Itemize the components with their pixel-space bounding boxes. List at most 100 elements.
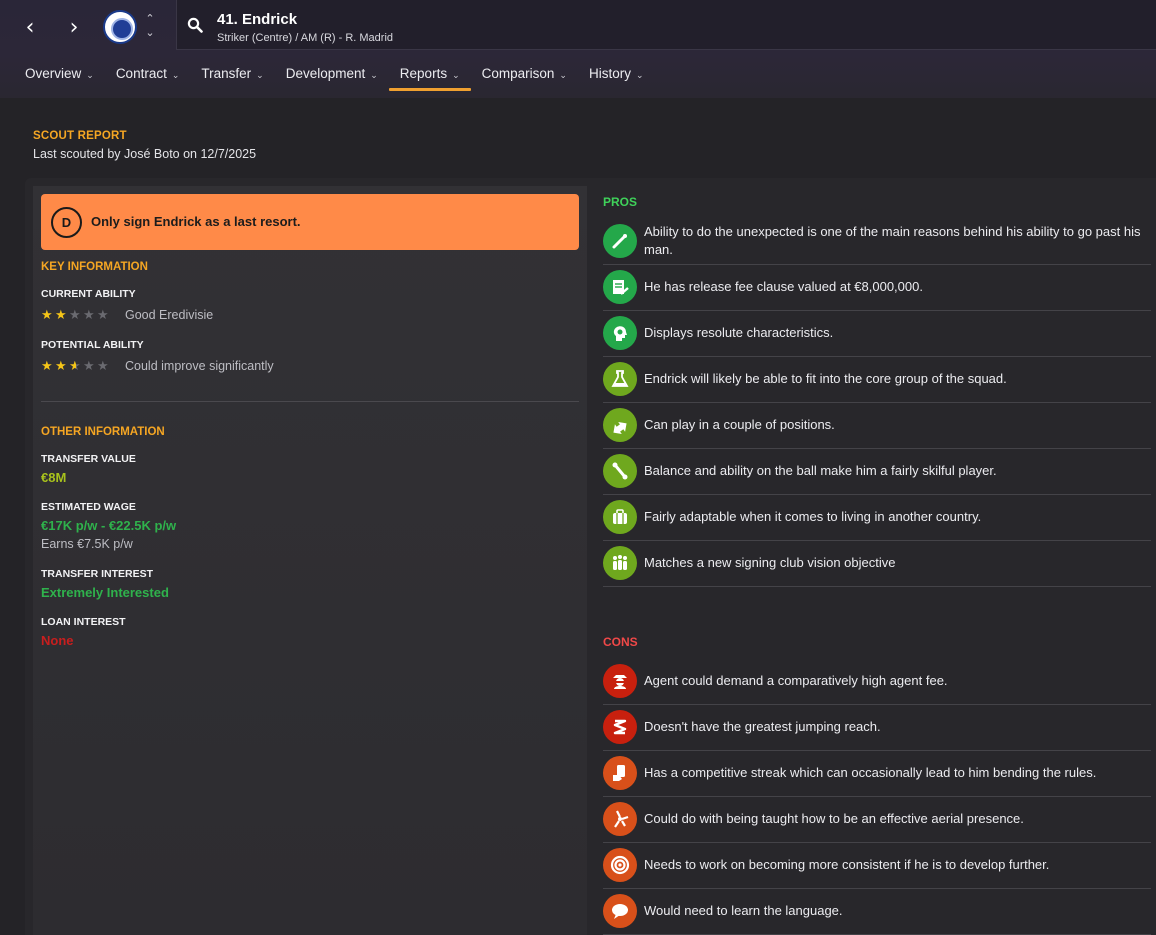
swap-arrows-icon [603, 408, 637, 442]
star-icon: ★ [41, 308, 53, 323]
tab-label: Transfer [201, 66, 252, 81]
pro-text: Matches a new signing club vision object… [644, 555, 896, 570]
star-icon: ★ [83, 359, 95, 374]
report-subtitle: Last scouted by José Boto on 12/7/2025 [33, 147, 257, 161]
tab-label: Contract [115, 66, 167, 81]
agent-icon [603, 664, 637, 698]
other-information-heading: OTHER INFORMATION [41, 426, 165, 438]
con-text: Could do with being taught how to be an … [644, 811, 1024, 826]
con-item: Could do with being taught how to be an … [603, 797, 1151, 843]
star-icon: ★ [55, 308, 67, 323]
divider [41, 401, 579, 402]
tab-reports[interactable]: Reports ⌄ [388, 62, 471, 91]
current-ability-stars: ★ ★ ★ ★ ★ [41, 308, 111, 323]
transfer-value: €8M [41, 470, 67, 485]
pro-text: Balance and ability on the ball make him… [644, 463, 997, 478]
con-item: Doesn't have the greatest jumping reach. [603, 705, 1151, 751]
group-icon [603, 546, 637, 580]
pro-text: Displays resolute characteristics. [644, 325, 834, 340]
con-text: Would need to learn the language. [644, 903, 843, 918]
pro-text: Endrick will likely be able to fit into … [644, 371, 1007, 386]
recommendation-text: Only sign Endrick as a last resort. [91, 214, 301, 229]
forward-icon[interactable]: › [60, 14, 88, 42]
star-icon: ★ [83, 308, 95, 323]
pro-item: Can play in a couple of positions. [603, 403, 1151, 449]
chevron-down-icon: ⌄ [559, 71, 567, 81]
tab-development[interactable]: Development ⌄ [275, 62, 389, 90]
club-badge-icon[interactable] [103, 10, 137, 44]
con-item: Has a competitive streak which can occas… [603, 751, 1151, 797]
pro-text: Ability to do the unexpected is one of t… [644, 224, 1141, 257]
con-text: Doesn't have the greatest jumping reach. [644, 719, 881, 734]
star-icon: ★ [41, 359, 53, 374]
chevron-down-icon: ⌄ [635, 71, 644, 81]
tab-label: History [588, 66, 631, 81]
star-icon: ★ [97, 359, 109, 374]
chevron-down-icon: ⌄ [256, 71, 264, 81]
player-name: 41. Endrick [217, 11, 298, 28]
transfer-value-label: TRANSFER VALUE [41, 453, 136, 465]
chevron-down-icon: ⌄ [86, 71, 94, 81]
con-text: Has a competitive streak which can occas… [644, 765, 1097, 780]
star-icon: ★ [55, 359, 67, 374]
pro-item: Balance and ability on the ball make him… [603, 449, 1151, 495]
head-icon [603, 316, 637, 350]
chevron-down-icon: ⌄ [370, 71, 378, 81]
pro-item: Endrick will likely be able to fit into … [603, 357, 1151, 403]
contract-icon [603, 270, 637, 304]
estimated-wage: €17K p/w - €22.5K p/w [41, 518, 177, 533]
tab-history[interactable]: History ⌄ [578, 62, 655, 90]
pro-item: Matches a new signing club vision object… [603, 541, 1151, 587]
tab-bar: Overview ⌄ Contract ⌄ Transfer ⌄ Development ⌄ R… [14, 62, 655, 92]
top-bar: ‹ › ⌃ ⌄ 41. Endrick Striker (Centre) / AM… [0, 0, 1156, 98]
con-text: Agent could demand a comparatively high … [644, 673, 948, 688]
report-title: SCOUT REPORT [33, 130, 127, 142]
grade-badge: D [51, 207, 82, 238]
current-earnings: Earns €7.5K p/w [41, 537, 133, 551]
back-icon[interactable]: ‹ [16, 14, 44, 42]
suitcase-icon [603, 500, 637, 534]
recommendation-banner: D Only sign Endrick as a last resort. [41, 194, 579, 250]
flask-icon [603, 362, 637, 396]
pros-heading: PROS [603, 195, 638, 209]
key-information-heading: KEY INFORMATION [41, 261, 148, 273]
star-icon: ★ [69, 360, 83, 373]
tab-label: Overview [25, 66, 82, 81]
cons-heading: CONS [603, 635, 638, 649]
pro-item: Displays resolute characteristics. [603, 311, 1151, 357]
tab-contract[interactable]: Contract ⌄ [105, 62, 191, 90]
pro-item: Fairly adaptable when it comes to living… [603, 495, 1151, 541]
star-icon: ★ [97, 308, 109, 323]
current-ability-desc: Good Eredivisie [125, 308, 214, 322]
magic-wand-icon [603, 224, 637, 258]
con-text: Needs to work on becoming more consisten… [644, 857, 1050, 872]
potential-ability-desc: Could improve significantly [125, 359, 274, 373]
star-icon: ★ [69, 308, 81, 323]
target-icon [603, 848, 637, 882]
potential-ability-label: POTENTIAL ABILITY [41, 339, 144, 351]
tab-overview[interactable]: Overview ⌄ [14, 62, 105, 90]
estimated-wage-label: ESTIMATED WAGE [41, 501, 136, 513]
card-icon [603, 756, 637, 790]
tab-label: Reports [399, 66, 448, 81]
con-item: Agent could demand a comparatively high … [603, 659, 1151, 705]
dribble-icon [603, 454, 637, 488]
tab-label: Development [285, 66, 366, 81]
transfer-interest: Extremely Interested [41, 585, 169, 600]
con-item: Would need to learn the language. [603, 889, 1151, 935]
potential-ability-stars: ★ ★ ★ ★ ★ [41, 359, 111, 374]
pro-item: He has release fee clause valued at €8,0… [603, 265, 1151, 311]
tab-transfer[interactable]: Transfer ⌄ [190, 62, 274, 90]
loan-interest-label: LOAN INTEREST [41, 616, 126, 628]
search-icon [187, 17, 203, 33]
player-search-box[interactable]: 41. Endrick Striker (Centre) / AM (R) - … [176, 0, 1156, 50]
current-ability-label: CURRENT ABILITY [41, 288, 136, 300]
pro-text: He has release fee clause valued at €8,0… [644, 279, 923, 294]
pro-text: Fairly adaptable when it comes to living… [644, 509, 982, 524]
pro-text: Can play in a couple of positions. [644, 417, 835, 432]
chevron-down-icon: ⌄ [171, 71, 180, 81]
header-icon [603, 802, 637, 836]
tab-comparison[interactable]: Comparison ⌄ [471, 62, 578, 90]
up-down-arrows-icon[interactable]: ⌃ ⌄ [142, 12, 158, 42]
tab-label: Comparison [481, 66, 555, 81]
